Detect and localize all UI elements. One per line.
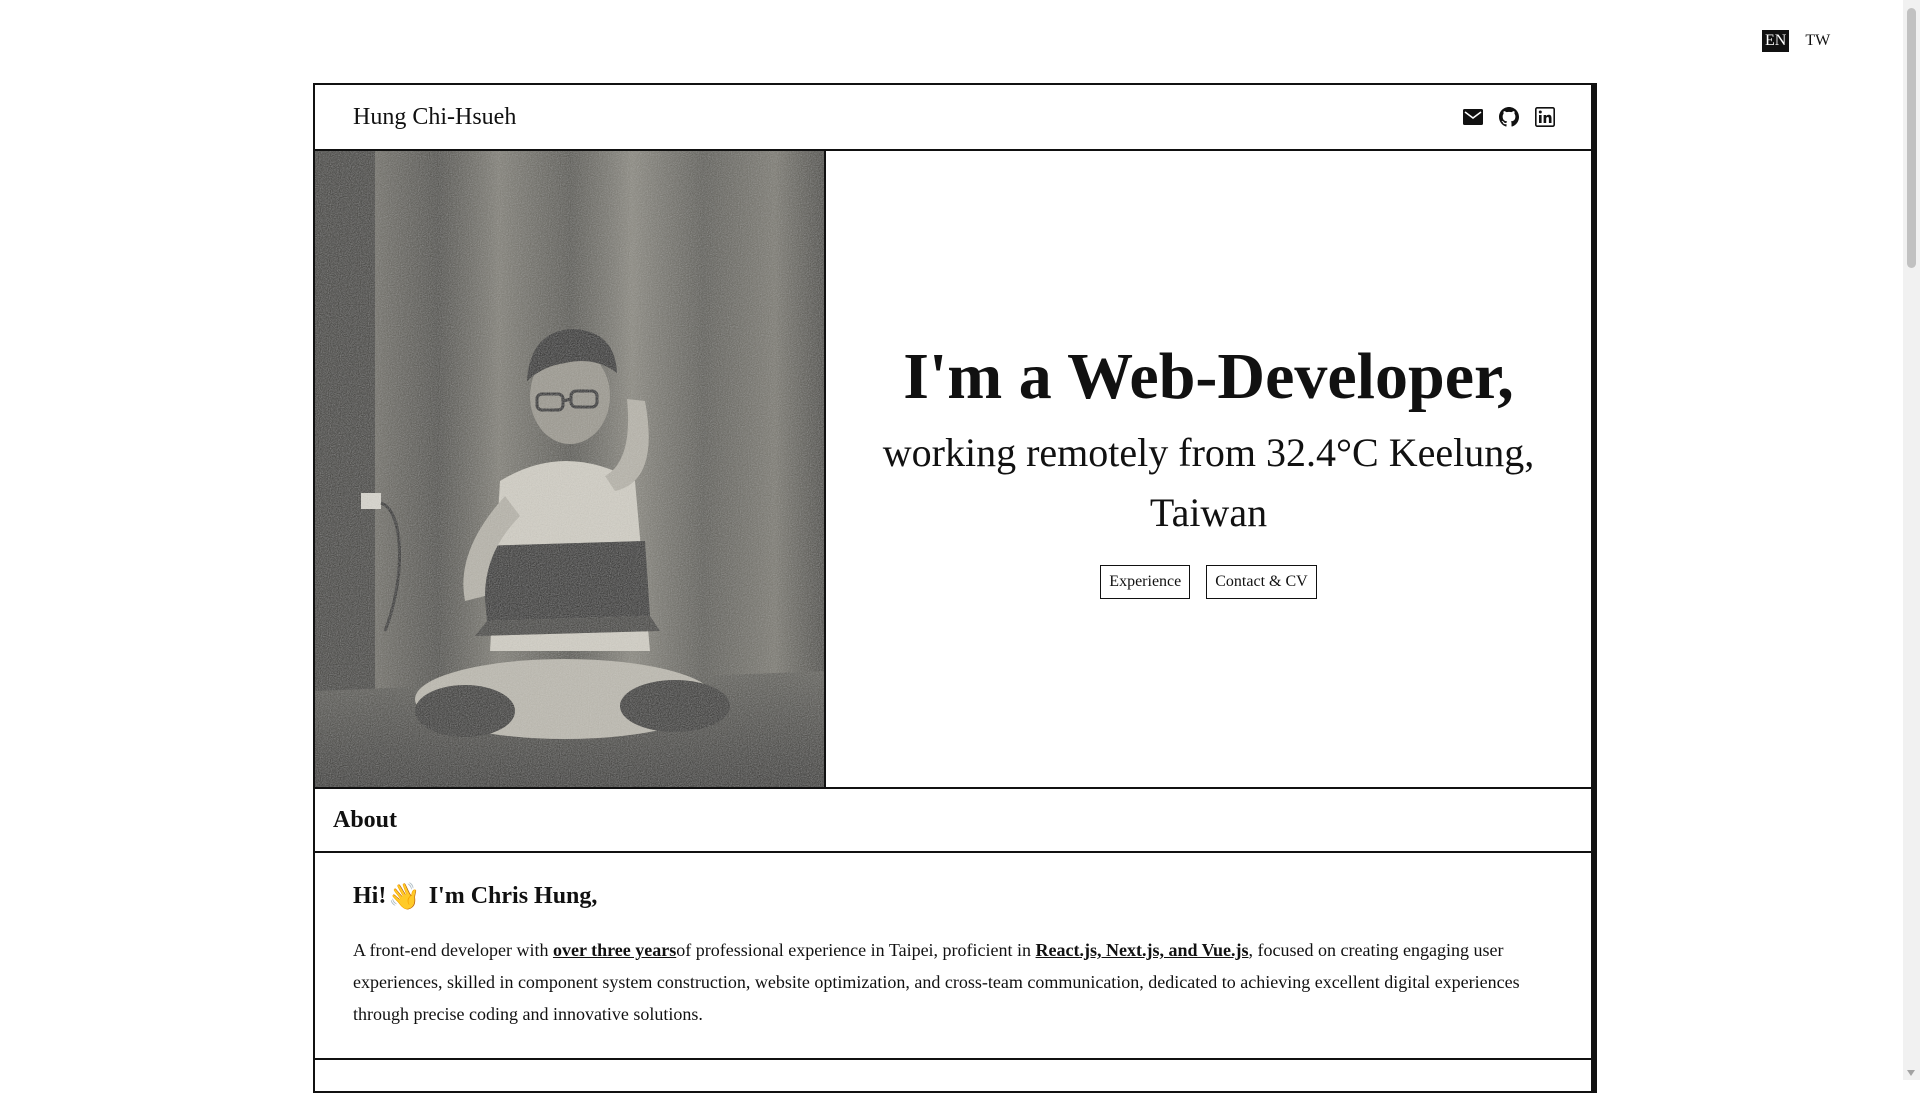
about-text-part-2: of professional experience in Taipei, pr… bbox=[676, 940, 1036, 960]
hero-buttons: Experience Contact & CV bbox=[1100, 564, 1317, 599]
waving-hand-icon: 👋 bbox=[388, 881, 421, 911]
greeting-hi: Hi! bbox=[353, 883, 387, 909]
github-icon[interactable] bbox=[1499, 107, 1519, 127]
experience-button[interactable]: Experience bbox=[1100, 564, 1191, 599]
brand-name[interactable]: Hung Chi-Hsueh bbox=[353, 104, 516, 131]
contact-cv-button[interactable]: Contact & CV bbox=[1206, 564, 1317, 599]
about-section: Hi! 👋 I'm Chris Hung, A front-end develo… bbox=[315, 853, 1591, 1060]
main-card: Hung Chi-Hsueh I'm a Web-Developer, work… bbox=[313, 83, 1593, 1093]
language-switch: EN TW bbox=[1762, 30, 1830, 52]
hero-text: I'm a Web-Developer, working remotely fr… bbox=[826, 151, 1591, 787]
about-heading: About bbox=[315, 789, 1591, 853]
about-paragraph: A front-end developer with over three ye… bbox=[353, 934, 1553, 1030]
hero-section: I'm a Web-Developer, working remotely fr… bbox=[315, 151, 1591, 789]
lang-tw-button[interactable]: TW bbox=[1805, 31, 1830, 51]
greeting-name: I'm Chris Hung, bbox=[428, 883, 598, 909]
linkedin-icon[interactable] bbox=[1535, 107, 1555, 127]
mail-icon[interactable] bbox=[1463, 107, 1483, 127]
site-header: Hung Chi-Hsueh bbox=[315, 85, 1591, 151]
hero-title: I'm a Web-Developer, bbox=[903, 340, 1514, 414]
about-text-part-1: A front-end developer with bbox=[353, 940, 553, 960]
scrollbar-thumb[interactable] bbox=[1907, 8, 1916, 268]
page-scrollbar[interactable] bbox=[1903, 0, 1920, 1080]
tech-stack-link[interactable]: React.js, Next.js, and Vue.js bbox=[1036, 940, 1249, 960]
lang-en-button[interactable]: EN bbox=[1762, 30, 1790, 52]
experience-years-link[interactable]: over three years bbox=[553, 940, 676, 960]
hero-subtitle: working remotely from 32.4°C Keelung, Ta… bbox=[882, 429, 1535, 535]
scroll-down-arrow-icon[interactable] bbox=[1907, 1070, 1915, 1076]
greeting: Hi! 👋 I'm Chris Hung, bbox=[353, 883, 1553, 910]
profile-photo bbox=[315, 151, 826, 787]
social-links bbox=[1463, 107, 1555, 127]
